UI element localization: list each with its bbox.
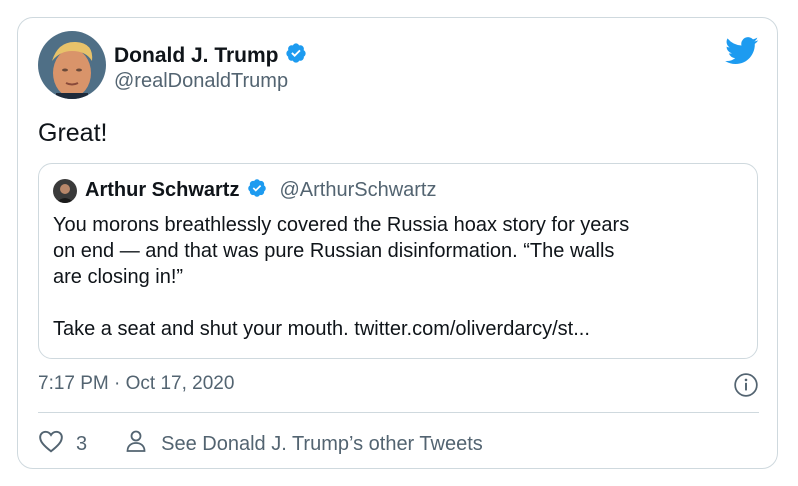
tweet-actions: 3 See Donald J. Trump’s other Tweets [38,429,483,459]
verified-badge-icon [247,178,267,203]
heart-icon [38,429,64,459]
tweet-timestamp[interactable]: 7:17 PM · Oct 17, 2020 [38,373,234,395]
author-name[interactable]: Donald J. Trump [114,44,279,68]
quoted-text-line: are closing in!” [53,266,184,288]
other-tweets-link[interactable]: See Donald J. Trump’s other Tweets [125,429,483,459]
author-avatar[interactable] [38,31,106,99]
like-button[interactable]: 3 [38,429,87,459]
quoted-avatar [53,178,77,203]
verified-badge-icon [285,42,307,70]
quoted-text-line: on end — and that was pure Russian disin… [53,240,615,262]
quoted-text-line: Take a seat and shut your mouth. twitter… [53,318,590,340]
author-handle[interactable]: @realDonaldTrump [114,70,288,93]
quoted-name: Arthur Schwartz [85,179,240,201]
quoted-text: You morons breathlessly covered the Russ… [53,212,753,342]
author-name-row[interactable]: Donald J. Trump [114,42,307,70]
person-icon [125,429,147,459]
twitter-bird-icon[interactable] [725,37,759,70]
info-icon[interactable] [733,372,759,403]
quoted-text-line: You morons breathlessly covered the Russ… [53,214,630,236]
tweet-card[interactable]: Donald J. Trump @realDonaldTrump Great! … [17,17,778,469]
quoted-handle: @ArthurSchwartz [279,179,437,201]
like-count: 3 [76,432,88,455]
other-tweets-label: See Donald J. Trump’s other Tweets [161,432,483,455]
quoted-tweet[interactable]: Arthur Schwartz @ArthurSchwartz You moro… [38,163,758,359]
tweet-text: Great! [38,119,108,147]
divider [38,412,759,413]
quoted-header: Arthur Schwartz @ArthurSchwartz [53,178,436,203]
